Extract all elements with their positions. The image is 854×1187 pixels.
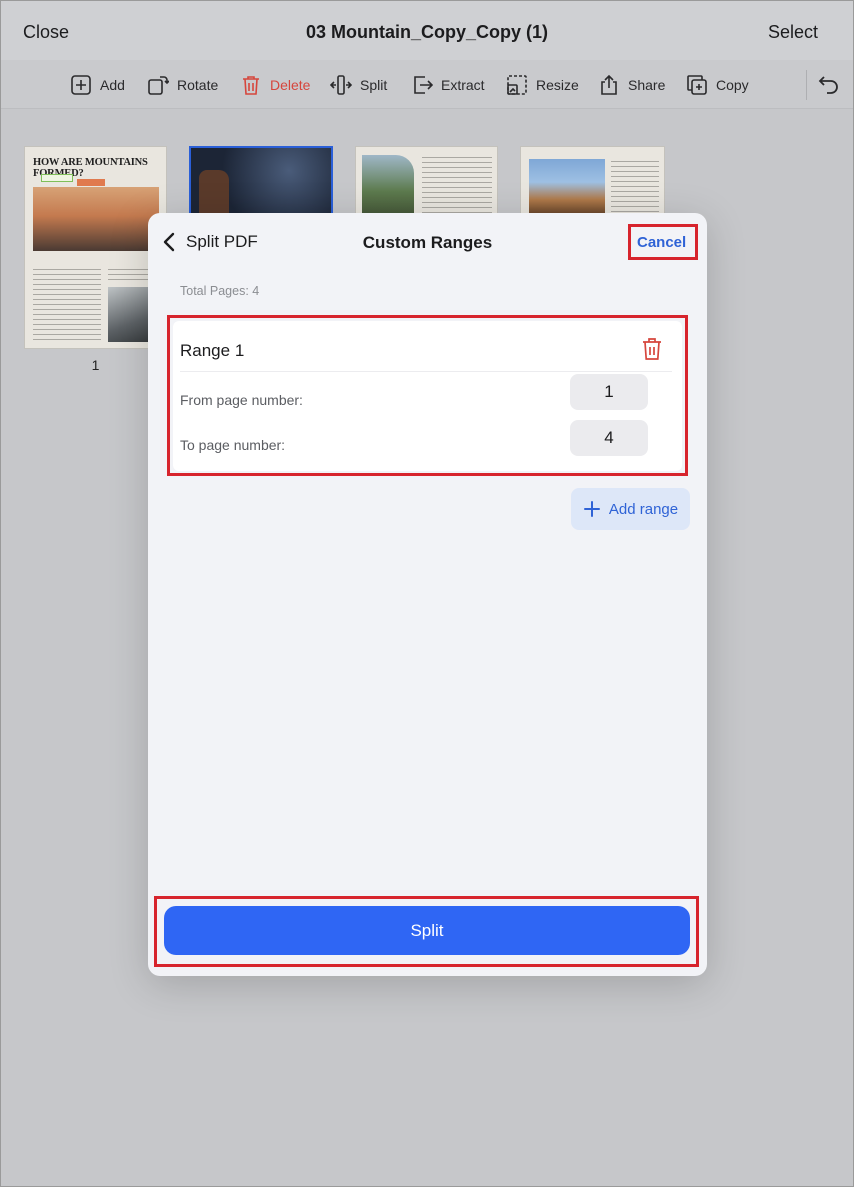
rotate-icon xyxy=(148,76,169,95)
add-range-label: Add range xyxy=(608,500,679,518)
split-icon xyxy=(330,75,352,95)
page-thumbnail-1[interactable]: HOW ARE MOUNTAINS FORMED? xyxy=(24,146,167,349)
highlight-box-cancel xyxy=(628,224,698,260)
thumbnail-photo xyxy=(529,159,605,217)
trash-icon xyxy=(243,76,259,95)
add-page-icon xyxy=(71,75,91,95)
share-icon xyxy=(601,74,617,95)
extract-label: Extract xyxy=(441,77,485,93)
document-title: 03 Mountain_Copy_Copy (1) xyxy=(305,22,549,42)
split-tool-button[interactable]: Split xyxy=(330,72,387,98)
add-range-button[interactable]: Add range xyxy=(571,488,690,530)
page-number-label: 1 xyxy=(91,357,100,373)
total-pages-label: Total Pages: 4 xyxy=(180,284,260,298)
share-label: Share xyxy=(628,77,666,93)
delete-button[interactable]: Delete xyxy=(240,72,310,98)
thumbnail-text xyxy=(422,157,492,221)
highlight-box-range xyxy=(167,315,688,476)
split-pdf-modal: Split PDF Custom Ranges Cancel Total Pag… xyxy=(148,213,707,976)
thumbnail-photo xyxy=(362,155,414,221)
copy-label: Copy xyxy=(716,77,749,93)
thumbnail-tag xyxy=(77,179,105,186)
highlight-box-split xyxy=(154,896,699,967)
resize-icon xyxy=(507,75,527,95)
add-label: Add xyxy=(100,77,125,93)
copy-button[interactable]: Copy xyxy=(686,72,749,98)
rotate-label: Rotate xyxy=(177,77,219,93)
extract-icon xyxy=(414,76,433,94)
thumbnail-text xyxy=(611,161,659,221)
modal-title: Custom Ranges xyxy=(362,233,493,252)
resize-button[interactable]: Resize xyxy=(506,72,579,98)
plus-icon xyxy=(583,501,600,517)
thumbnail-stamp xyxy=(41,174,73,182)
delete-label: Delete xyxy=(270,77,311,93)
add-button[interactable]: Add xyxy=(70,72,125,98)
undo-icon[interactable] xyxy=(818,73,840,95)
rotate-button[interactable]: Rotate xyxy=(147,72,218,98)
resize-label: Resize xyxy=(536,77,579,93)
thumbnail-text xyxy=(33,269,101,344)
toolbar-divider xyxy=(806,70,807,100)
split-tool-label: Split xyxy=(360,77,388,93)
select-button[interactable]: Select xyxy=(768,22,818,43)
share-button[interactable]: Share xyxy=(598,72,665,98)
extract-button[interactable]: Extract xyxy=(411,72,485,98)
copy-icon xyxy=(687,75,707,95)
top-bar: Close 03 Mountain_Copy_Copy (1) Select xyxy=(0,0,854,60)
toolbar: Add Rotate Delete Split Extract Resize S… xyxy=(0,60,854,109)
thumbnail-photo xyxy=(33,187,159,251)
